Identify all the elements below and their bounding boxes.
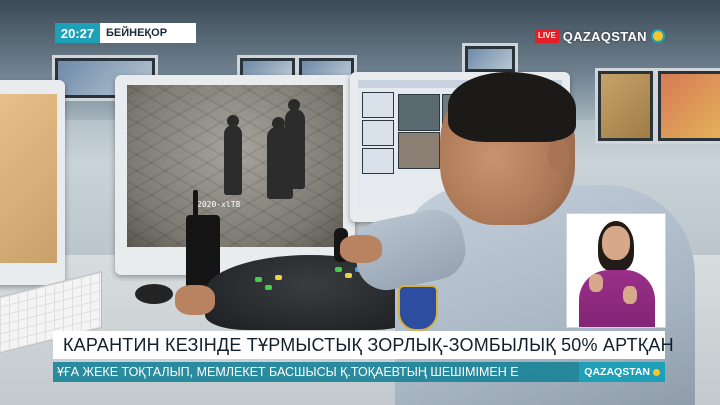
channel-name: QAZAQSTAN bbox=[562, 28, 647, 44]
background-monitor bbox=[595, 68, 656, 144]
background-monitor bbox=[462, 43, 518, 75]
headline-bar: КАРАНТИН КЕЗІНДЕ ТҰРМЫСТЫҚ ЗОРЛЫҚ-ЗОМБЫЛ… bbox=[53, 331, 674, 359]
camera-thumbnail bbox=[362, 92, 394, 118]
headline-text: КАРАНТИН КЕЗІНДЕ ТҰРМЫСТЫҚ ЗОРЛЫҚ-ЗОМБЫЛ… bbox=[63, 334, 674, 355]
camera-view bbox=[398, 132, 440, 169]
officer-hair bbox=[448, 72, 576, 142]
interpreter-hand bbox=[623, 286, 637, 304]
live-badge: LIVE bbox=[535, 29, 559, 43]
news-ticker: ҰҒА ЖЕКЕ ТОҚТАЛЫП, МЕМЛЕКЕТ БАСШЫСЫ Қ.ТО… bbox=[53, 362, 665, 382]
sign-language-interpreter-window bbox=[566, 213, 666, 328]
person-figure bbox=[224, 125, 242, 195]
cctv-feed: 2020-xlT8 bbox=[127, 85, 343, 247]
ticker-channel-name: QAZAQSTAN bbox=[584, 366, 650, 378]
person-head bbox=[227, 115, 239, 127]
cctv-monitor: 2020-xlT8 bbox=[115, 75, 355, 275]
person-head bbox=[288, 99, 300, 111]
camera-view bbox=[398, 94, 440, 131]
computer-mouse bbox=[135, 284, 173, 304]
officer-hand bbox=[340, 235, 382, 263]
camera-thumbnail bbox=[362, 148, 394, 174]
interpreter-hand bbox=[589, 274, 603, 292]
cctv-timestamp: 2020-xlT8 bbox=[197, 200, 241, 209]
person-figure bbox=[285, 109, 305, 189]
left-monitor bbox=[0, 80, 65, 285]
ticker-channel-logo: QAZAQSTAN bbox=[579, 362, 665, 382]
background-monitor bbox=[655, 68, 720, 144]
sun-circle-icon bbox=[650, 29, 665, 43]
police-shoulder-patch bbox=[398, 285, 438, 331]
person-head bbox=[272, 117, 285, 130]
location-label: БЕЙНЕҚОР bbox=[100, 23, 196, 43]
interpreter-face bbox=[602, 226, 630, 260]
camera-thumbnail bbox=[362, 120, 394, 146]
officer-hand bbox=[175, 285, 215, 315]
sun-circle-icon bbox=[653, 368, 660, 376]
channel-logo: LIVE QAZAQSTAN bbox=[535, 28, 665, 44]
officer-ear bbox=[548, 140, 570, 172]
broadcast-clock: 20:27 bbox=[55, 23, 100, 43]
ticker-text: ҰҒА ЖЕКЕ ТОҚТАЛЫП, МЕМЛЕКЕТ БАСШЫСЫ Қ.ТО… bbox=[57, 365, 519, 379]
